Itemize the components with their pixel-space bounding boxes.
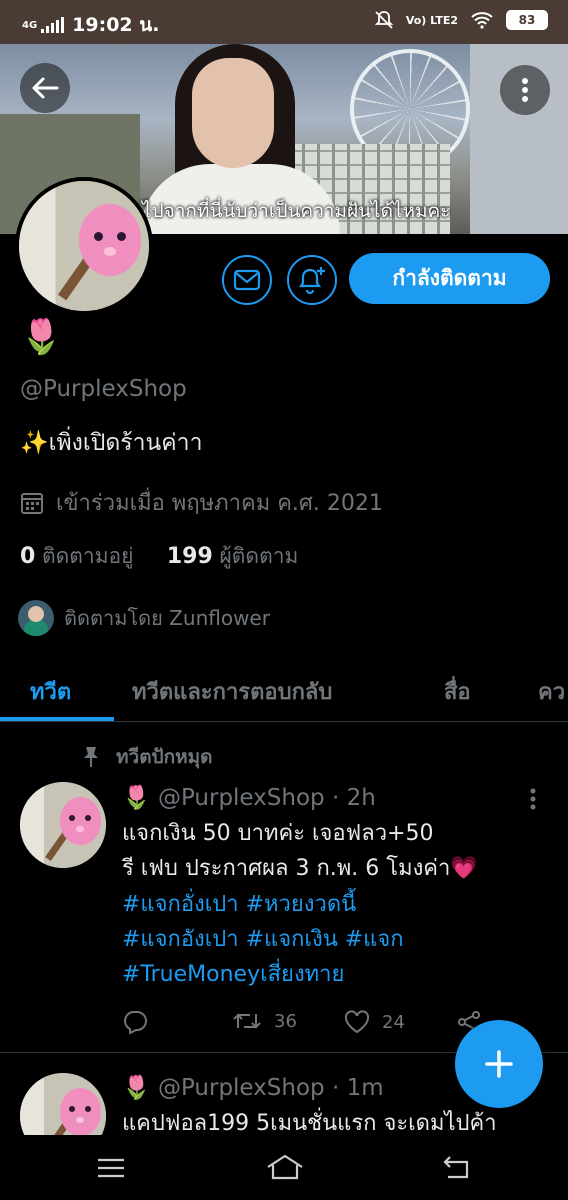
retweet-icon [233,1013,261,1029]
following-count: 0 [20,544,36,569]
followed-by[interactable]: ติดตามโดย Zunflower [18,600,270,636]
heart-icon [344,1010,370,1034]
notifications-button[interactable] [287,255,337,305]
tweet-text-line: รี เฟบ ประกาศผล 3 ก.พ. 6 โมงค่า💗 [122,856,478,881]
more-vertical-icon [522,78,528,102]
following-link[interactable]: 0 ติดตามอยู่ [20,544,134,569]
mute-icon [374,11,393,29]
tweet-header[interactable]: 🌷 @PurplexShop · 2h [122,784,376,811]
like-count: 24 [382,1011,405,1033]
system-nav-bar [0,1135,568,1200]
pinned-label: ทวีตปักหมุด [116,746,213,768]
network-type: 4G [22,19,38,31]
clock: 19:02 น. [72,14,160,36]
tweet-text-line: แจกเงิน 50 บาทค่ะ เจอฟลว+50 [122,821,434,846]
retweet-button[interactable]: 36 [232,1010,297,1032]
message-button[interactable] [222,255,272,305]
followed-by-text: ติดตามโดย Zunflower [64,606,270,630]
followers-link[interactable]: 199 ผู้ติดตาม [166,544,299,569]
signal-icon [41,17,65,33]
profile-bio: ✨เพิ่งเปิดร้านค่าา [20,430,203,456]
back-nav-button[interactable] [442,1155,472,1183]
active-tab-indicator [0,717,114,721]
home-icon [267,1154,303,1180]
profile-avatar[interactable] [15,177,153,315]
following-label: ติดตามอยู่ [42,544,134,568]
joined-text: เข้าร่วมเมื่อ พฤษภาคม ค.ศ. 2021 [56,491,383,516]
reply-icon [124,1011,147,1034]
tab-tweets[interactable]: ทวีต [30,674,71,709]
follower-avatar [18,600,54,636]
tab-tweets-replies[interactable]: ทวีตและการตอบกลับ [132,674,332,709]
bell-plus-icon [298,267,325,295]
profile-handle: @PurplexShop [20,376,187,402]
tab-likes[interactable]: คว [538,674,565,709]
arrow-left-icon [32,77,59,99]
calendar-icon [21,492,43,514]
profile-tabs: ทวีต ทวีตและการตอบกลับ สื่อ คว [0,660,568,722]
joined-date: เข้าร่วมเมื่อ พฤษภาคม ค.ศ. 2021 [20,485,383,520]
tweet-header[interactable]: 🌷 @PurplexShop · 1m [122,1074,384,1101]
pinned-indicator: ทวีตปักหมุด [82,742,212,772]
followers-count: 199 [166,544,213,569]
plus-icon [485,1050,513,1078]
tweet-hashtags[interactable]: #แจกอังเปา #แจกเงิน #แจก [122,922,404,957]
like-button[interactable]: 24 [344,1010,405,1034]
battery-indicator: 83 [506,10,548,30]
pin-icon [84,747,98,767]
more-options-button[interactable] [500,65,550,115]
reply-button[interactable] [122,1010,148,1034]
tweet-hashtags[interactable]: #TrueMoneyเสี่ยงทาย [122,957,344,992]
lte-indicator: Vo) LTE2 [405,13,458,27]
profile-name: 🌷 [20,317,63,357]
more-vertical-icon [530,788,536,810]
recent-apps-button[interactable] [96,1157,126,1183]
wifi-icon [471,12,493,29]
home-button[interactable] [266,1153,304,1185]
retweet-count: 36 [274,1010,297,1032]
tweet-hashtags[interactable]: #แจกอั่งเปา #หวยงวดนี้ [122,887,356,922]
mail-icon [233,269,261,291]
following-button[interactable]: กำลังติดตาม [349,253,550,304]
status-bar: 4G 19:02 น. Vo) LTE2 83 [0,0,568,44]
tweet-more-button[interactable] [530,788,536,810]
followers-label: ผู้ติดตาม [219,544,299,568]
compose-tweet-button[interactable] [455,1020,543,1108]
back-icon [443,1156,469,1179]
follow-counts: 0 ติดตามอยู่ 199 ผู้ติดตาม [20,540,298,573]
menu-icon [98,1158,124,1178]
tweet-avatar[interactable] [20,782,106,868]
tab-media[interactable]: สื่อ [444,674,471,709]
back-button[interactable] [20,63,70,113]
banner-subtitle: ไปจากที่นี่นับว่าเป็นความฝันได้ไหมคะ [142,200,451,222]
